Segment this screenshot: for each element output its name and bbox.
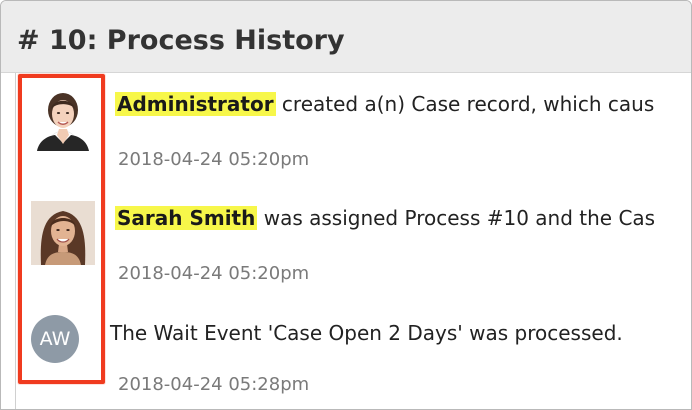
content-divider (15, 73, 16, 409)
sarah-smith-photo (31, 201, 95, 265)
administrator-photo (31, 87, 95, 151)
history-entry-message: The Wait Event 'Case Open 2 Days' was pr… (110, 321, 623, 345)
history-entry-message: Sarah Smith was assigned Process #10 and… (115, 206, 655, 230)
avatar-initials[interactable]: AW (31, 315, 79, 363)
history-entry-message: Administrator created a(n) Case record, … (115, 92, 654, 116)
panel-title: # 10: Process History (17, 25, 345, 56)
process-history-panel: # 10: Process History Administrator crea… (0, 0, 692, 410)
avatar-sarah-smith[interactable] (31, 201, 95, 265)
entry-message-text: was assigned Process #10 and the Cas (257, 206, 656, 230)
entry-timestamp: 2018-04-24 05:28pm (118, 374, 310, 395)
entry-timestamp: 2018-04-24 05:20pm (118, 263, 310, 284)
entry-message-text: created a(n) Case record, which caus (275, 92, 655, 116)
actor-name[interactable]: Sarah Smith (115, 206, 258, 230)
actor-name[interactable]: Administrator (115, 92, 276, 116)
panel-header: # 10: Process History (1, 1, 691, 73)
avatar-administrator[interactable] (31, 87, 95, 151)
entry-timestamp: 2018-04-24 05:20pm (118, 149, 310, 170)
